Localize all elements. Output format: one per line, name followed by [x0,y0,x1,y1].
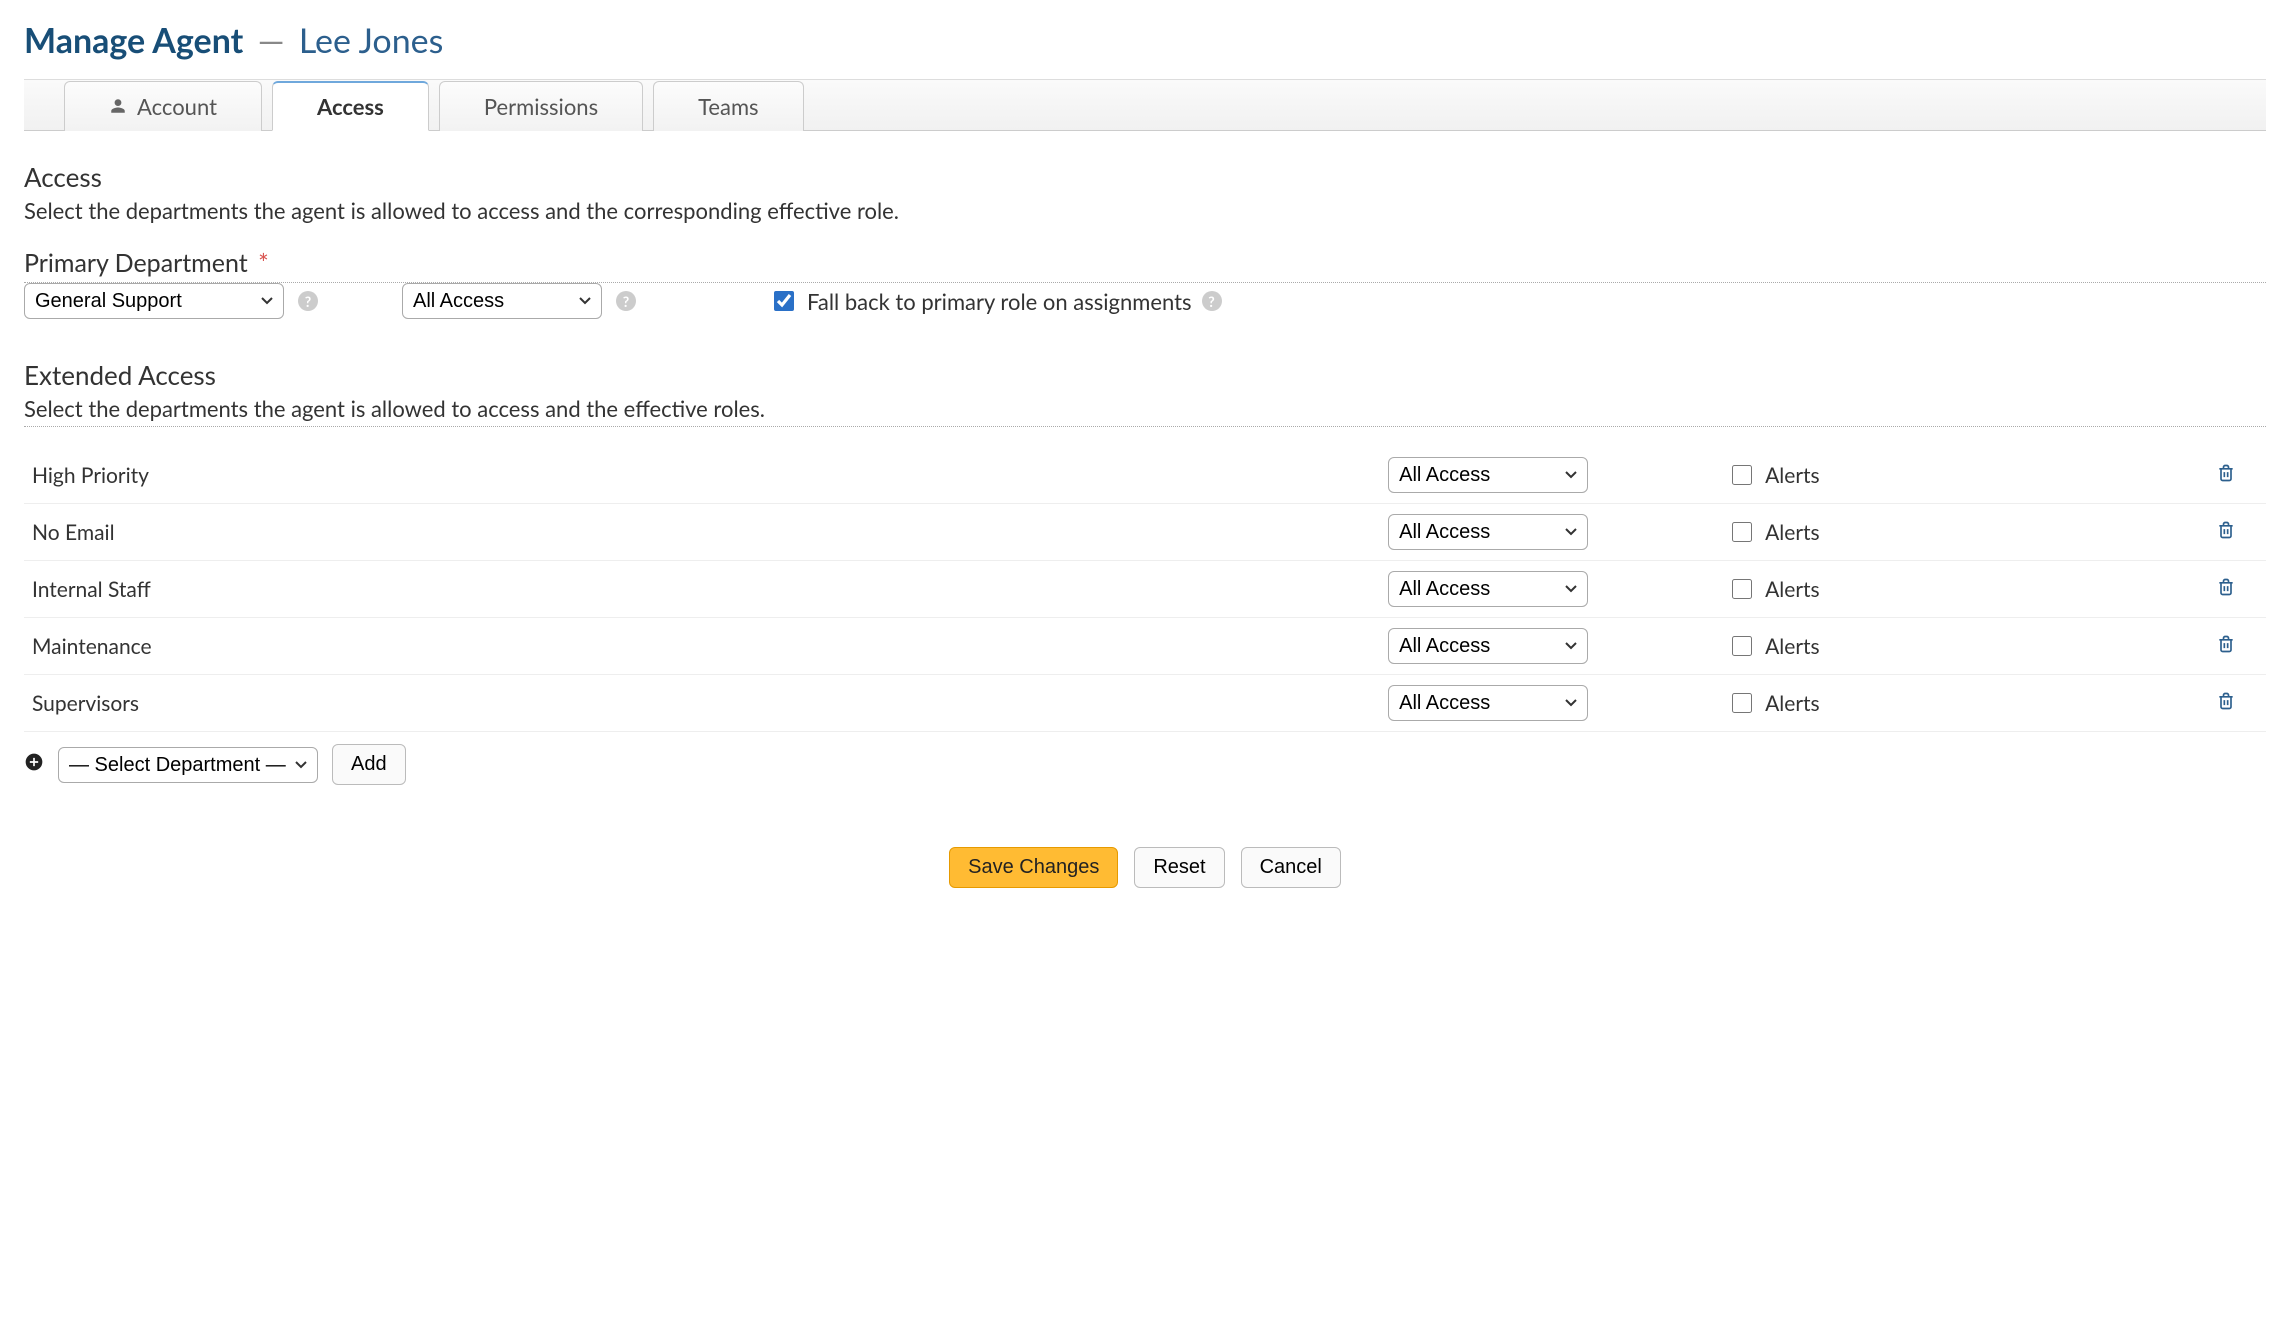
reset-button[interactable]: Reset [1134,847,1224,888]
role-select[interactable]: All Access [1388,457,1588,493]
alerts-checkbox[interactable] [1732,522,1752,542]
tab-teams-label: Teams [698,93,758,120]
extended-access-description: Select the departments the agent is allo… [24,395,2266,427]
access-description: Select the departments the agent is allo… [24,197,2266,224]
help-icon[interactable]: ? [1202,291,1222,311]
alerts-option[interactable]: Alerts [1728,576,2198,602]
alerts-checkbox[interactable] [1732,465,1752,485]
extended-access-heading: Extended Access [24,359,2266,391]
trash-icon[interactable] [2216,690,2236,712]
required-indicator: * [258,248,269,278]
tab-permissions[interactable]: Permissions [439,81,643,131]
trash-icon[interactable] [2216,576,2236,598]
table-row: No EmailAll Access Alerts [24,504,2266,561]
table-row: MaintenanceAll Access Alerts [24,618,2266,675]
trash-icon[interactable] [2216,633,2236,655]
alerts-option[interactable]: Alerts [1728,519,2198,545]
department-name: High Priority [24,447,1380,504]
tab-account[interactable]: Account [64,81,262,131]
fallback-checkbox[interactable] [774,291,794,311]
table-row: SupervisorsAll Access Alerts [24,675,2266,732]
tab-bar: Account Access Permissions Teams [24,79,2266,131]
role-select[interactable]: All Access [1388,685,1588,721]
alerts-checkbox[interactable] [1732,579,1752,599]
alerts-checkbox[interactable] [1732,693,1752,713]
fallback-option[interactable]: Fall back to primary role on assignments… [770,288,1222,315]
tab-permissions-label: Permissions [484,93,598,120]
add-department-row: — Select Department — Add [24,732,2266,797]
department-name: No Email [24,504,1380,561]
table-row: High PriorityAll Access Alerts [24,447,2266,504]
primary-role-select[interactable]: All Access [402,283,602,319]
alerts-option[interactable]: Alerts [1728,633,2198,659]
tab-account-label: Account [137,93,217,120]
access-heading: Access [24,161,2266,193]
title-main: Manage Agent [24,20,243,61]
save-button[interactable]: Save Changes [949,847,1118,888]
title-sub: Lee Jones [299,20,444,61]
footer-actions: Save Changes Reset Cancel [24,847,2266,888]
alerts-checkbox[interactable] [1732,636,1752,656]
fallback-label: Fall back to primary role on assignments [807,288,1192,315]
title-separator: — [258,20,285,61]
alerts-option[interactable]: Alerts [1728,462,2198,488]
add-button[interactable]: Add [332,744,406,785]
alerts-label: Alerts [1765,691,1819,716]
page-title: Manage Agent — Lee Jones [24,20,2266,61]
help-icon[interactable]: ? [298,291,318,311]
department-name: Internal Staff [24,561,1380,618]
alerts-option[interactable]: Alerts [1728,690,2198,716]
trash-icon[interactable] [2216,462,2236,484]
department-name: Supervisors [24,675,1380,732]
role-select[interactable]: All Access [1388,628,1588,664]
help-icon[interactable]: ? [616,291,636,311]
primary-department-row: General Support ? All Access ? Fall back… [24,283,2266,319]
plus-circle-icon [24,752,44,777]
primary-department-label: Primary Department * [24,248,2266,283]
cancel-button[interactable]: Cancel [1241,847,1341,888]
alerts-label: Alerts [1765,634,1819,659]
primary-department-select[interactable]: General Support [24,283,284,319]
tab-access-label: Access [317,93,384,120]
extended-access-table: High PriorityAll AccessAlertsNo EmailAll… [24,447,2266,732]
table-row: Internal StaffAll Access Alerts [24,561,2266,618]
alerts-label: Alerts [1765,463,1819,488]
alerts-label: Alerts [1765,520,1819,545]
role-select[interactable]: All Access [1388,571,1588,607]
alerts-label: Alerts [1765,577,1819,602]
user-icon [109,93,127,120]
tab-teams[interactable]: Teams [653,81,803,131]
trash-icon[interactable] [2216,519,2236,541]
add-department-select[interactable]: — Select Department — [58,747,318,783]
tab-access[interactable]: Access [272,81,429,131]
department-name: Maintenance [24,618,1380,675]
role-select[interactable]: All Access [1388,514,1588,550]
